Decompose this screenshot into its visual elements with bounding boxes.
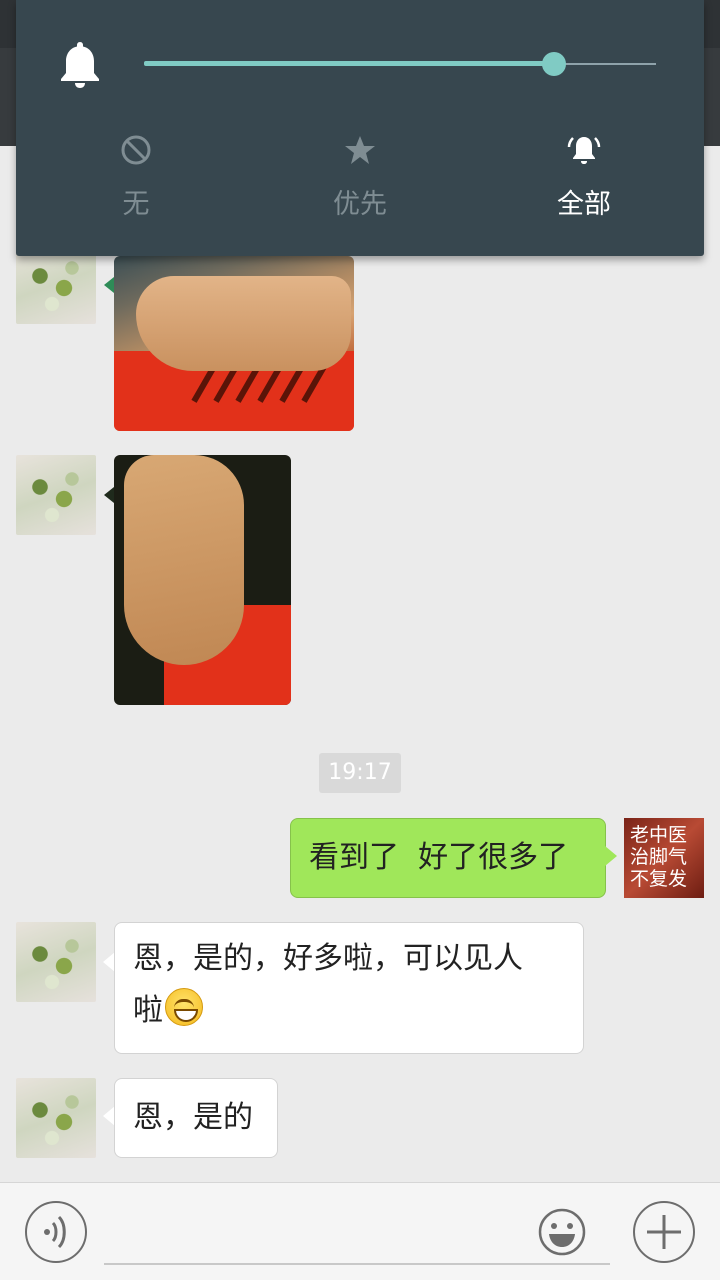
- message-timestamp: 19:17: [319, 753, 401, 793]
- mode-none-label: 无: [122, 189, 150, 220]
- message-text: 恩，是的，好多啦，可以见人: [133, 941, 523, 976]
- incoming-message[interactable]: 恩，是的，好多啦，可以见人 啦: [114, 922, 584, 1054]
- volume-slider-thumb[interactable]: [542, 52, 566, 76]
- message-text-line: 啦: [133, 985, 565, 1037]
- voice-button[interactable]: [25, 1201, 87, 1263]
- plus-button[interactable]: [633, 1201, 695, 1263]
- block-icon: [121, 135, 151, 165]
- volume-slider-track[interactable]: [554, 63, 656, 65]
- contact-avatar[interactable]: [16, 922, 96, 1002]
- star-icon: [345, 136, 375, 164]
- bell-ringing-icon: [567, 137, 601, 164]
- image-message[interactable]: [114, 256, 354, 431]
- bell-icon[interactable]: [58, 40, 102, 90]
- bubble-tail: [104, 487, 114, 503]
- mode-priority[interactable]: 优先: [290, 132, 430, 232]
- chat-area[interactable]: 19:17 看到了 好了很多了 老中医 治脚气 不复发 恩，是的，好多啦，可以见…: [0, 146, 720, 1182]
- outgoing-message[interactable]: 看到了 好了很多了: [290, 818, 606, 898]
- photo-content: [124, 455, 244, 665]
- photo-content: [136, 276, 351, 371]
- incoming-message[interactable]: 恩，是的: [114, 1078, 278, 1158]
- message-input[interactable]: [104, 1201, 610, 1265]
- avatar-text: 老中医: [630, 824, 688, 846]
- chat-input-bar: [0, 1182, 720, 1280]
- bubble-tail: [605, 846, 617, 866]
- mode-all-label: 全部: [557, 189, 611, 220]
- message-text: 啦: [133, 993, 163, 1028]
- mode-priority-label: 优先: [333, 189, 387, 220]
- image-message[interactable]: [114, 455, 291, 705]
- my-avatar[interactable]: 老中医 治脚气 不复发: [624, 818, 704, 898]
- volume-panel: 无 优先 全部: [16, 0, 704, 256]
- mode-all[interactable]: 全部: [514, 132, 654, 232]
- mode-none[interactable]: 无: [66, 132, 206, 232]
- bubble-tail: [104, 277, 114, 293]
- contact-avatar[interactable]: [16, 1078, 96, 1158]
- avatar-text: 治脚气: [630, 846, 688, 868]
- voice-icon: [44, 1215, 66, 1249]
- emoji-icon[interactable]: [537, 1207, 587, 1257]
- avatar-text: 不复发: [630, 868, 688, 890]
- contact-avatar[interactable]: [16, 455, 96, 535]
- volume-slider-fill[interactable]: [144, 61, 554, 66]
- plus-icon: [647, 1215, 681, 1249]
- grin-emoji-icon: [165, 988, 203, 1026]
- contact-avatar[interactable]: [16, 244, 96, 324]
